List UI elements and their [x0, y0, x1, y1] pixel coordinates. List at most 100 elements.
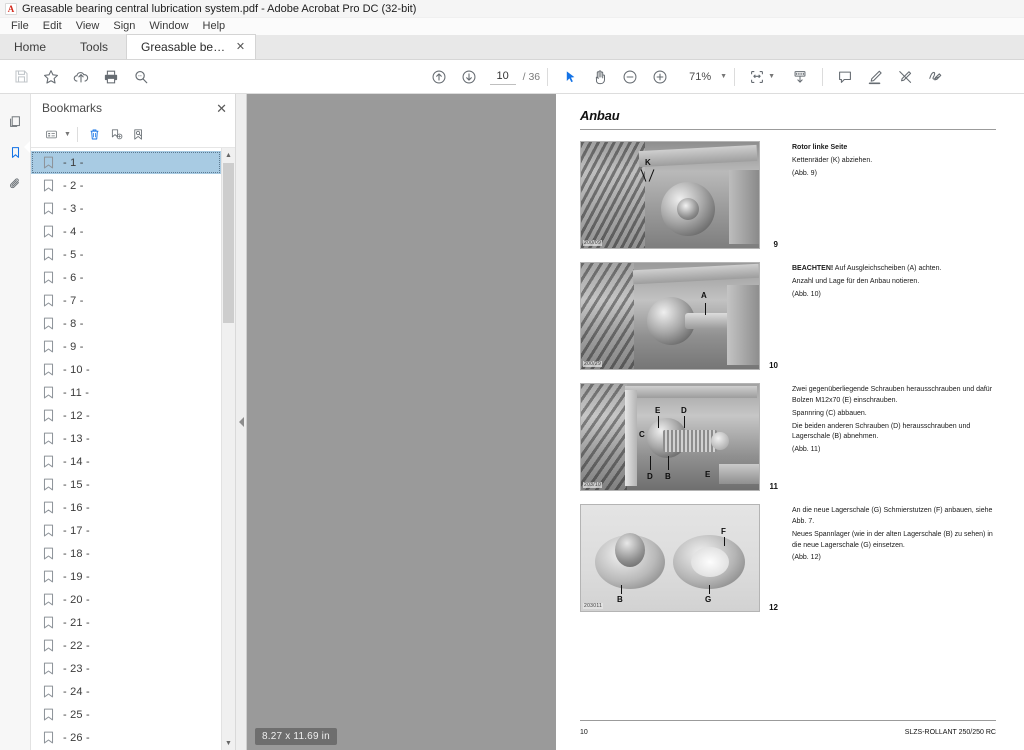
add-to-favorites-icon[interactable] [36, 62, 66, 92]
tab-document[interactable]: Greasable bearing ... ✕ [126, 34, 257, 59]
bookmarks-scrollbar[interactable]: ▲ ▼ [221, 148, 235, 750]
add-comment-icon[interactable] [830, 62, 860, 92]
hand-tool-icon[interactable] [585, 62, 615, 92]
bookmark-icon [43, 547, 54, 560]
erase-icon[interactable] [890, 62, 920, 92]
bookmark-icon [43, 202, 54, 215]
bookmark-item[interactable]: - 13 - [31, 427, 221, 450]
figure-paragraph: (Abb. 11) [792, 446, 821, 454]
bookmark-item[interactable]: - 18 - [31, 542, 221, 565]
scroll-down-icon[interactable]: ▼ [222, 736, 235, 750]
scroll-up-icon[interactable]: ▲ [222, 148, 235, 162]
toolbar-layout-group: ▼ [742, 62, 815, 92]
menu-item-help[interactable]: Help [196, 18, 233, 35]
bookmark-item-label: - 17 - [63, 524, 90, 537]
new-bookmark-icon[interactable] [106, 124, 128, 146]
bookmark-item[interactable]: - 17 - [31, 519, 221, 542]
toolbar-divider-2 [734, 67, 736, 86]
bookmark-item[interactable]: - 24 - [31, 680, 221, 703]
zoom-out-icon[interactable] [615, 62, 645, 92]
upload-cloud-icon[interactable] [66, 62, 96, 92]
bookmark-item[interactable]: - 16 - [31, 496, 221, 519]
toolbar-annotation-group [830, 62, 950, 92]
bookmarks-panel-title: Bookmarks [42, 101, 103, 115]
main-toolbar: / 36 [0, 60, 1024, 94]
menu-item-file[interactable]: File [4, 18, 36, 35]
tab-home[interactable]: Home [0, 34, 63, 59]
tab-document-label: Greasable bearing ... [141, 40, 226, 54]
tab-strip: Home Tools Greasable bearing ... ✕ [0, 34, 1024, 60]
bookmark-item[interactable]: - 4 - [31, 220, 221, 243]
bookmark-item[interactable]: - 20 - [31, 588, 221, 611]
figure-number: 12 [769, 603, 778, 612]
highlight-text-icon[interactable] [860, 62, 890, 92]
attachments-icon[interactable] [2, 168, 29, 199]
fit-page-chevron-down-icon[interactable]: ▼ [768, 73, 775, 80]
bookmark-item[interactable]: - 15 - [31, 473, 221, 496]
bookmark-item[interactable]: - 21 - [31, 611, 221, 634]
bookmarks-icon[interactable] [2, 137, 30, 168]
find-bookmark-icon[interactable] [128, 124, 150, 146]
tab-tools[interactable]: Tools [62, 34, 127, 59]
toolbar-view-group: 71% ▼ [555, 62, 727, 92]
page-number-input[interactable] [489, 68, 516, 85]
bookmark-item[interactable]: - 14 - [31, 450, 221, 473]
figure-image: K 200/09 [580, 141, 760, 249]
bookmarks-list[interactable]: ▲ ▼ - 1 - - 2 - - 3 - - 4 - - 5 - - 6 - - 7 - -… [31, 148, 235, 750]
bookmark-item[interactable]: - 23 - [31, 657, 221, 680]
menu-item-window[interactable]: Window [142, 18, 195, 35]
bookmark-item-label: - 12 - [63, 409, 90, 422]
bookmark-item[interactable]: - 19 - [31, 565, 221, 588]
bookmark-item-label: - 25 - [63, 708, 90, 721]
bookmark-item[interactable]: - 7 - [31, 289, 221, 312]
bookmark-item[interactable]: - 11 - [31, 381, 221, 404]
bookmark-item-label: - 22 - [63, 639, 90, 652]
bookmark-item[interactable]: - 2 - [31, 174, 221, 197]
bookmark-item-label: - 14 - [63, 455, 90, 468]
bookmark-item[interactable]: - 22 - [31, 634, 221, 657]
bookmark-item[interactable]: - 3 - [31, 197, 221, 220]
bookmark-icon [43, 616, 54, 629]
menu-item-edit[interactable]: Edit [36, 18, 69, 35]
search-icon[interactable] [126, 62, 156, 92]
bookmark-item-label: - 13 - [63, 432, 90, 445]
bookmark-options-chevron-down-icon[interactable]: ▼ [64, 131, 71, 138]
bookmark-options-icon[interactable] [40, 124, 62, 146]
figure-block: E D C D B E 203/10 11 Zwei gegenüberlieg… [580, 383, 996, 491]
bookmark-item[interactable]: - 26 - [31, 726, 221, 749]
print-icon[interactable] [96, 62, 126, 92]
fill-and-sign-icon[interactable] [920, 62, 950, 92]
bookmark-item[interactable]: - 10 - [31, 358, 221, 381]
bookmark-item[interactable]: - 8 - [31, 312, 221, 335]
bookmark-item[interactable]: - 12 - [31, 404, 221, 427]
menu-item-view[interactable]: View [69, 18, 107, 35]
navigation-rail [0, 94, 31, 750]
page-footer: 10 SLZS-ROLLANT 250/250 RC [580, 720, 996, 736]
bookmark-item[interactable]: - 5 - [31, 243, 221, 266]
previous-page-icon[interactable] [424, 62, 454, 92]
bookmark-item-label: - 24 - [63, 685, 90, 698]
zoom-in-icon[interactable] [645, 62, 675, 92]
figure-paragraph: Rotor linke Seite [792, 143, 996, 154]
bookmark-icon [43, 179, 54, 192]
bookmark-item[interactable]: - 9 - [31, 335, 221, 358]
document-viewer[interactable]: 8.27 x 11.69 in Anbau K 200/09 9 Rotor l… [247, 94, 1024, 750]
close-panel-icon[interactable]: ✕ [216, 102, 227, 115]
bookmark-item[interactable]: - 6 - [31, 266, 221, 289]
menu-item-sign[interactable]: Sign [106, 18, 142, 35]
collapse-panel-icon[interactable] [238, 417, 244, 427]
zoom-level-dropdown[interactable]: 71% ▼ [685, 71, 727, 83]
select-cursor-icon[interactable] [555, 62, 585, 92]
tab-home-label: Home [14, 39, 47, 54]
scroll-mode-icon[interactable] [785, 62, 815, 92]
next-page-icon[interactable] [454, 62, 484, 92]
bookmark-item[interactable]: - 1 - [31, 151, 221, 174]
bookmark-item-label: - 19 - [63, 570, 90, 583]
page-thumbnails-icon[interactable] [2, 106, 29, 137]
save-icon[interactable] [6, 62, 36, 92]
panel-splitter[interactable] [236, 94, 247, 750]
close-tab-icon[interactable]: ✕ [236, 41, 245, 53]
delete-bookmark-icon[interactable] [84, 124, 106, 146]
scrollbar-thumb[interactable] [223, 163, 234, 323]
bookmark-item[interactable]: - 25 - [31, 703, 221, 726]
